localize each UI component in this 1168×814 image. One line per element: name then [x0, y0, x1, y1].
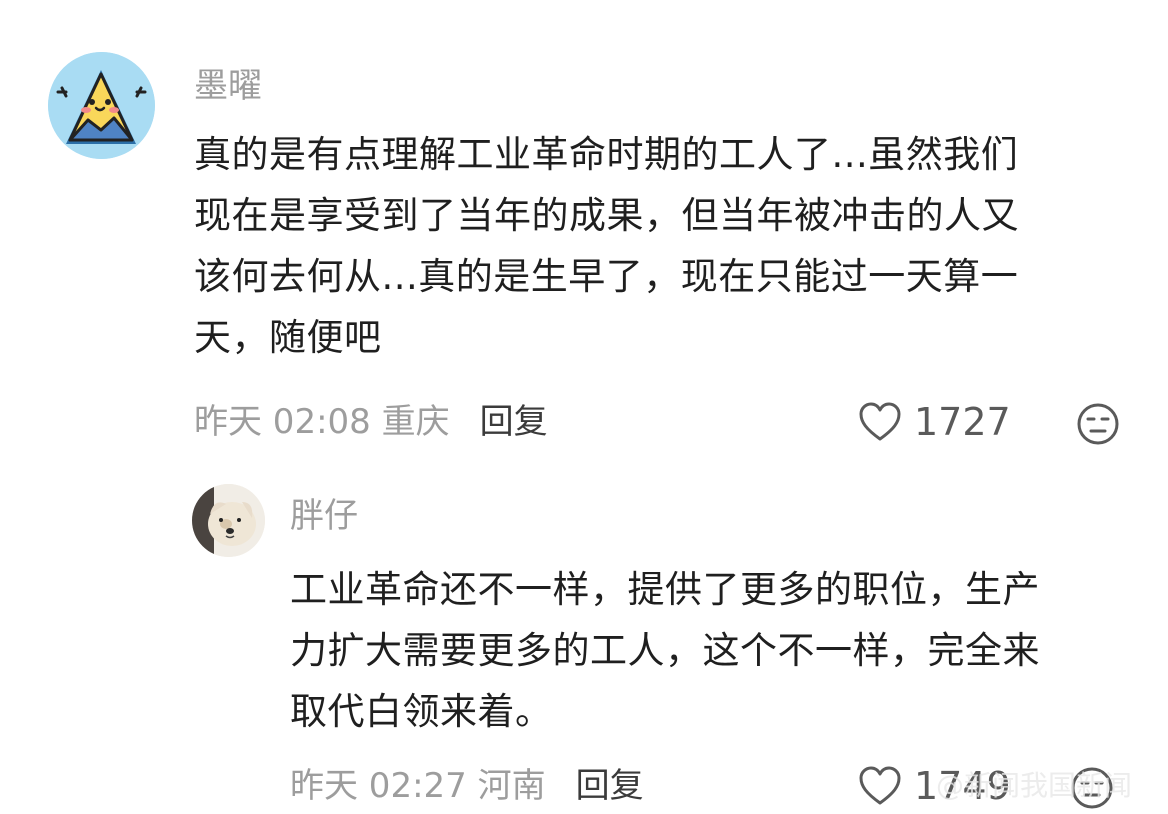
comment-line: 该何去何从...真的是生早了，现在只能过一天算一 — [194, 255, 1019, 298]
comment-meta: 昨天 02:08 重庆 回复 — [194, 400, 548, 444]
like-count: 1727 — [914, 400, 1011, 444]
comment-meta: 昨天 02:27 河南 回复 — [290, 764, 644, 808]
comment-time-location: 昨天 02:27 河南 — [290, 766, 546, 806]
comment-line: 真的是有点理解工业革命时期的工人了...虽然我们 — [194, 133, 1019, 176]
reply-button[interactable]: 回复 — [480, 402, 548, 442]
like-button[interactable]: 1727 — [858, 400, 1011, 444]
heart-outline-icon — [859, 402, 901, 441]
comment-text: 真的是有点理解工业革命时期的工人了...虽然我们 现在是享受到了当年的成果，但当… — [194, 124, 1019, 368]
reaction-button[interactable] — [1076, 402, 1120, 450]
comment-line: 取代白领来着。 — [290, 690, 553, 733]
reply-button[interactable]: 回复 — [576, 766, 644, 806]
comment-line: 现在是享受到了当年的成果，但当年被冲击的人又 — [194, 194, 1019, 237]
comment-line: 天，随便吧 — [194, 316, 382, 359]
comment-line: 工业革命还不一样，提供了更多的职位，生产 — [290, 568, 1040, 611]
cartoon-mountain-avatar-icon — [48, 52, 155, 159]
watermark: @新闻我国新闻 — [935, 769, 1132, 802]
username[interactable]: 胖仔 — [290, 494, 358, 538]
user-avatar[interactable] — [48, 52, 155, 159]
comment-text: 工业革命还不一样，提供了更多的职位，生产 力扩大需要更多的工人，这个不一样，完全… — [290, 559, 1040, 742]
dog-photo-avatar-icon — [192, 484, 265, 557]
comment-line: 力扩大需要更多的工人，这个不一样，完全来 — [290, 629, 1040, 672]
neutral-face-icon — [1077, 403, 1119, 445]
heart-outline-icon — [859, 766, 901, 805]
username[interactable]: 墨曜 — [194, 64, 262, 108]
comment-time-location: 昨天 02:08 重庆 — [194, 402, 450, 442]
user-avatar[interactable] — [192, 484, 265, 557]
